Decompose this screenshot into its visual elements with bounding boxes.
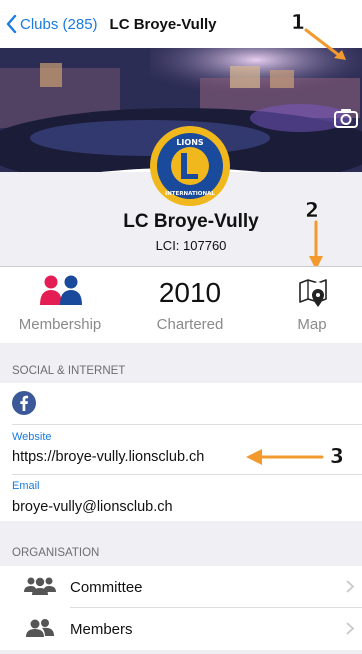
chartered-stat: 2010 Chartered	[120, 267, 260, 343]
back-label: Clubs (285)	[20, 15, 98, 33]
list-item-label: Committee	[70, 579, 143, 596]
chartered-year: 2010	[158, 277, 222, 308]
annotation-arrow-1	[304, 28, 346, 60]
membership-icon	[40, 275, 82, 305]
camera-icon[interactable]	[334, 108, 358, 128]
map-icon	[299, 279, 327, 307]
club-stats-bar: Membership 2010 Chartered Map	[0, 266, 362, 344]
annotation-arrow-3	[246, 449, 324, 465]
annotation-number-3: 3	[330, 444, 344, 469]
list-item-members[interactable]: Members	[0, 608, 362, 650]
members-icon	[26, 619, 54, 637]
section-title-social: SOCIAL & INTERNET	[12, 365, 126, 377]
divider	[12, 474, 362, 475]
email-link[interactable]: broye-vully@lionsclub.ch	[12, 499, 173, 515]
membership-label: Membership	[18, 316, 102, 333]
map-button[interactable]: Map	[262, 267, 362, 343]
back-button[interactable]: Clubs (285)	[6, 15, 98, 33]
svg-text:LIONS: LIONS	[176, 138, 204, 147]
chevron-left-icon	[6, 15, 17, 33]
annotation-number-2: 2	[305, 198, 319, 223]
list-item-committee[interactable]: Committee	[0, 566, 362, 608]
email-label: Email	[12, 480, 40, 492]
lions-logo: LIONS INTERNATIONAL	[150, 126, 230, 206]
section-header-organisation: ORGANISATION	[0, 521, 362, 565]
committee-icon	[24, 577, 56, 595]
facebook-icon[interactable]	[12, 391, 36, 415]
page-title: LC Broye-Vully	[109, 15, 217, 33]
section-header-social: SOCIAL & INTERNET	[0, 343, 362, 383]
divider	[12, 424, 362, 425]
website-link[interactable]: https://broye-vully.lionsclub.ch	[12, 449, 204, 465]
annotation-arrow-2	[309, 220, 323, 270]
list-item-label: Members	[70, 621, 133, 638]
chevron-right-icon	[346, 580, 354, 593]
website-label: Website	[12, 431, 52, 443]
chevron-right-icon	[346, 622, 354, 635]
svg-text:INTERNATIONAL: INTERNATIONAL	[165, 191, 215, 197]
membership-button[interactable]: Membership	[0, 267, 120, 343]
section-title-organisation: ORGANISATION	[12, 547, 100, 559]
map-label: Map	[297, 316, 327, 333]
chartered-label: Chartered	[156, 316, 224, 333]
